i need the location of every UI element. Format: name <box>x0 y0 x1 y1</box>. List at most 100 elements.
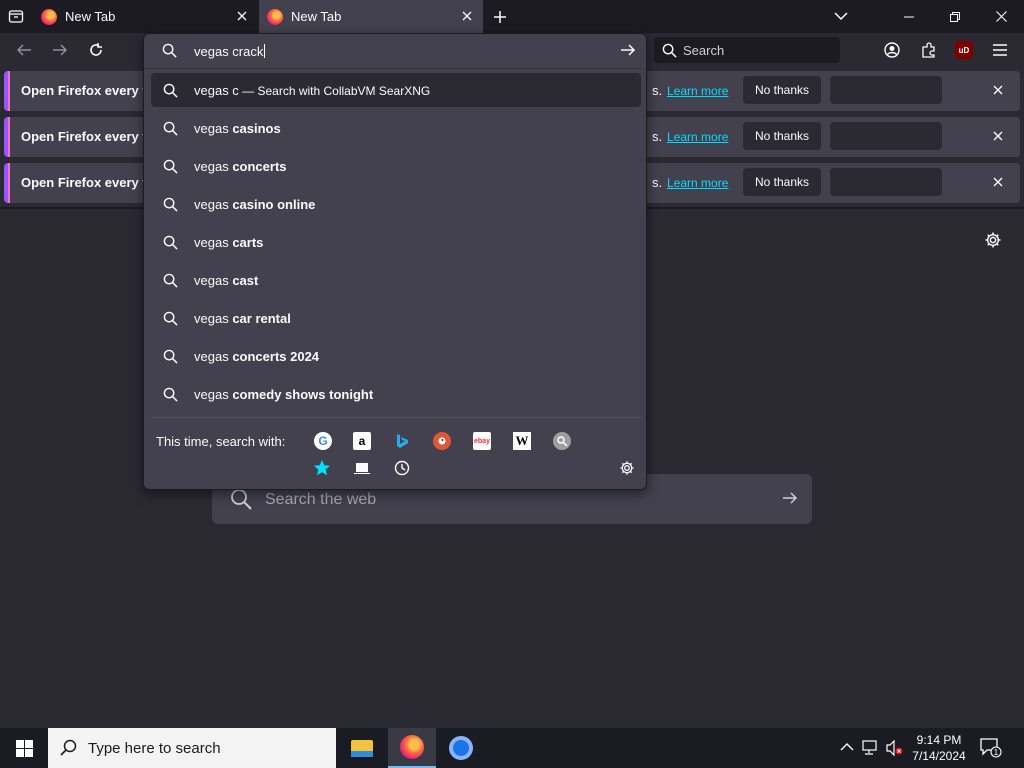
notification-message: Open Firefox every ti <box>21 83 151 98</box>
suggestion-text: vegas c — Search with CollabVM SearXNG <box>194 83 430 98</box>
suggestion-prefix: vegas <box>194 121 233 136</box>
suggestion-completion: concerts 2024 <box>232 349 320 364</box>
amazon-icon[interactable]: a <box>353 432 371 450</box>
urlbar-input[interactable]: vegas crack <box>144 34 646 68</box>
network-icon[interactable] <box>862 740 880 756</box>
tab-close-button[interactable] <box>459 8 475 24</box>
urlbar-suggestion[interactable]: vegas concerts 2024 <box>151 339 641 373</box>
text-caret <box>264 44 266 58</box>
restore-button[interactable] <box>932 0 978 33</box>
ebay-icon[interactable]: ebay <box>473 432 491 450</box>
forward-button[interactable] <box>48 38 72 62</box>
arrow-left-icon <box>16 44 31 56</box>
notification-message: Open Firefox every ti <box>21 175 151 190</box>
search-icon <box>162 43 177 58</box>
taskbar: Type here to search 9:14 PM 7/14/2024 1 <box>0 728 1024 768</box>
learn-more-link[interactable]: Learn more <box>667 130 728 144</box>
urlbar-suggestion[interactable]: vegas casino online <box>151 187 641 221</box>
notification-count: 1 <box>994 748 999 757</box>
taskbar-clock[interactable]: 9:14 PM 7/14/2024 <box>904 732 974 764</box>
go-arrow-icon[interactable] <box>620 42 636 58</box>
learn-more-link[interactable]: Learn more <box>667 176 728 190</box>
clock-date: 7/14/2024 <box>912 749 966 763</box>
plus-icon <box>494 11 506 23</box>
chevron-up-icon[interactable] <box>840 742 854 752</box>
gear-icon[interactable] <box>619 460 635 476</box>
newtab-search-placeholder: Search the web <box>265 491 377 508</box>
tab-close-button[interactable] <box>234 8 250 24</box>
suggestion-prefix: vegas <box>194 311 233 326</box>
search-icon <box>163 121 178 136</box>
notification-center-icon[interactable]: 1 <box>980 738 1002 758</box>
urlbar-suggestion[interactable]: vegas cast <box>151 263 641 297</box>
taskbar-search-box[interactable]: Type here to search <box>48 728 336 768</box>
close-icon <box>995 11 1007 22</box>
tab-new-tab-1[interactable]: New Tab <box>33 0 258 33</box>
suggestion-text: vegas concerts <box>194 159 287 174</box>
urlbar-suggestion[interactable]: vegas c — Search with CollabVM SearXNG <box>151 73 641 107</box>
primary-action-button[interactable] <box>830 122 942 150</box>
suggestion-completion: casinos <box>232 121 281 136</box>
notification-close-button[interactable] <box>990 128 1006 144</box>
firefox-icon <box>267 8 283 25</box>
notification-close-button[interactable] <box>990 174 1006 190</box>
urlbar-suggestion[interactable]: vegas casinos <box>151 111 641 145</box>
bookmarks-icon[interactable] <box>313 459 331 477</box>
minimize-button[interactable] <box>886 0 932 33</box>
search-icon <box>662 43 677 58</box>
taskbar-file-explorer[interactable] <box>338 728 386 768</box>
primary-action-button[interactable] <box>830 168 942 196</box>
close-window-button[interactable] <box>978 0 1024 33</box>
firefox-icon <box>400 735 424 759</box>
firefox-view-button[interactable] <box>4 4 28 28</box>
close-icon <box>993 85 1003 95</box>
start-button[interactable] <box>0 728 48 768</box>
tab-new-tab-2[interactable]: New Tab <box>259 0 483 33</box>
notification-close-button[interactable] <box>990 82 1006 98</box>
no-thanks-button[interactable]: No thanks <box>743 168 821 196</box>
search-bar[interactable]: Search <box>654 37 840 63</box>
suggestion-completion: casino online <box>232 197 316 212</box>
urlbar-suggestion[interactable]: vegas comedy shows tonight <box>151 377 641 411</box>
urlbar-suggestion[interactable]: vegas carts <box>151 225 641 259</box>
reload-icon <box>90 43 102 56</box>
duckduckgo-icon[interactable] <box>433 432 451 450</box>
tabs-icon[interactable] <box>353 459 371 477</box>
list-all-tabs-button[interactable] <box>830 5 852 27</box>
app-menu-button[interactable] <box>988 38 1012 62</box>
reload-button[interactable] <box>84 38 108 62</box>
wikipedia-icon[interactable]: W <box>513 432 531 450</box>
chevron-down-icon <box>834 12 848 21</box>
bing-icon[interactable] <box>393 432 411 450</box>
arrow-right-icon[interactable] <box>782 490 798 506</box>
urlbar-popup: vegas crack vegas c — Search with Collab… <box>143 33 647 490</box>
suggestion-text: vegas casinos <box>194 121 281 136</box>
taskbar-chromium[interactable] <box>437 728 485 768</box>
search-icon <box>163 387 178 402</box>
no-thanks-button[interactable]: No thanks <box>743 76 821 104</box>
taskbar-firefox[interactable] <box>388 728 436 768</box>
search-icon <box>163 349 178 364</box>
no-thanks-button[interactable]: No thanks <box>743 122 821 150</box>
extensions-button[interactable] <box>917 38 941 62</box>
tab-title: New Tab <box>291 9 342 24</box>
firefox-icon <box>41 8 57 25</box>
history-icon[interactable] <box>393 459 411 477</box>
google-icon[interactable]: G <box>314 432 332 450</box>
windows-icon <box>15 739 33 757</box>
primary-action-button[interactable] <box>830 76 942 104</box>
urlbar-separator <box>144 68 646 69</box>
ublock-origin-icon[interactable]: uD <box>955 41 973 59</box>
newtab-settings-button[interactable] <box>983 230 1003 250</box>
urlbar-suggestion[interactable]: vegas car rental <box>151 301 641 335</box>
learn-more-link[interactable]: Learn more <box>667 84 728 98</box>
searxng-icon[interactable] <box>553 432 571 450</box>
urlbar-suggestion[interactable]: vegas concerts <box>151 149 641 183</box>
suggestion-completion: concerts <box>232 159 287 174</box>
suggestion-text: vegas comedy shows tonight <box>194 387 373 402</box>
volume-muted-icon[interactable] <box>886 740 904 756</box>
back-button[interactable] <box>12 38 36 62</box>
suggestion-prefix: vegas <box>194 197 233 212</box>
new-tab-button[interactable] <box>488 5 512 29</box>
account-button[interactable] <box>880 38 904 62</box>
